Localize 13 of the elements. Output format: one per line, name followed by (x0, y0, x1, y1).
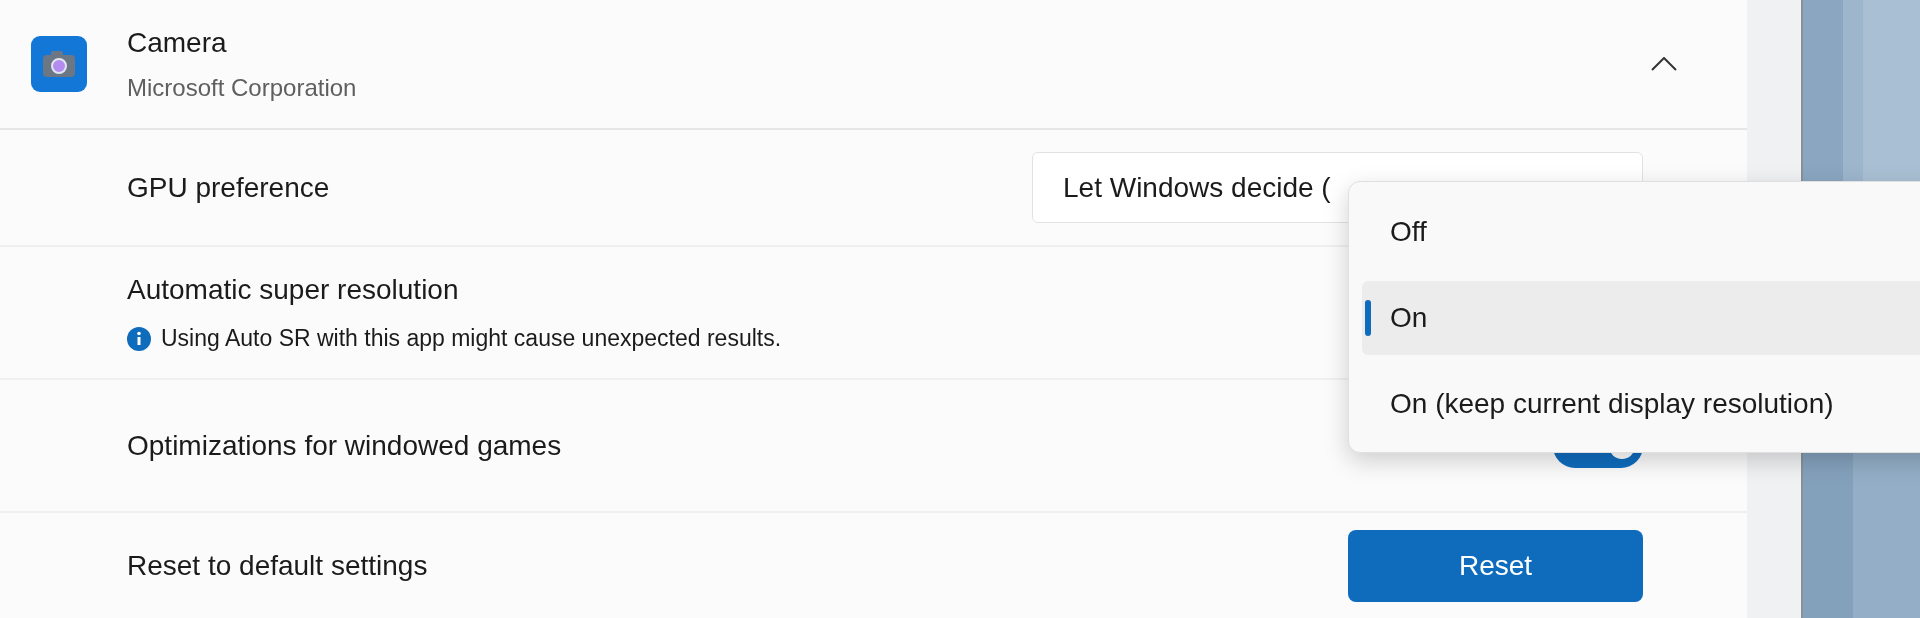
reset-button[interactable]: Reset (1348, 529, 1643, 602)
setting-label: Reset to default settings (127, 548, 429, 583)
app-name: Camera (127, 26, 228, 60)
setting-label: Optimizations for windowed games (127, 428, 563, 463)
menu-item[interactable]: On (keep current display resolution) (1362, 367, 1920, 441)
info-icon (127, 326, 151, 351)
info-note: Using Auto SR with this app might cause unexpected results. (161, 324, 782, 354)
menu-item[interactable]: On (1362, 281, 1920, 355)
setting-label: Automatic super resolution (127, 273, 460, 308)
camera-app-icon (31, 36, 87, 92)
chevron-up-icon[interactable] (1651, 57, 1677, 71)
setting-label: GPU preference (127, 170, 331, 205)
app-publisher: Microsoft Corporation (127, 73, 357, 103)
